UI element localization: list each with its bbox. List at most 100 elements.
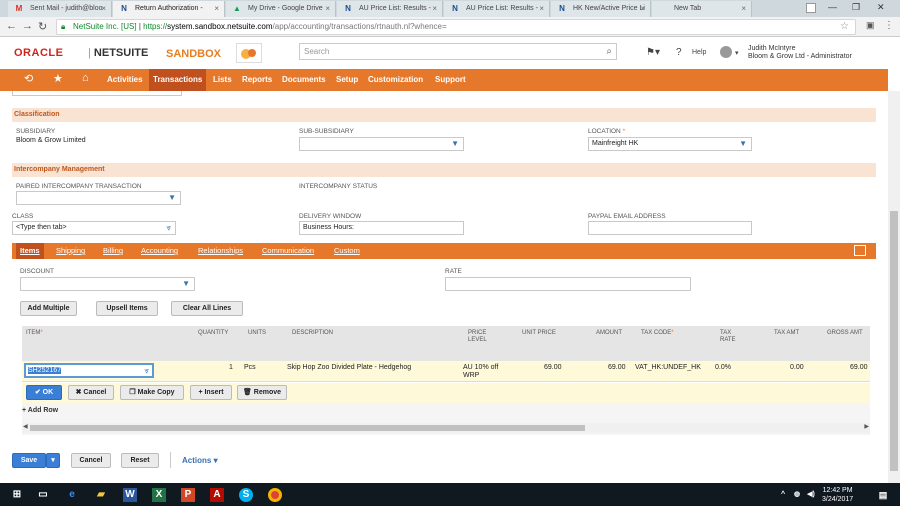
recent-records-icon[interactable]: ⚑▾ [646,47,660,58]
column-header-description[interactable]: DESCRIPTION [292,330,333,337]
tab-communication[interactable]: Communication [262,243,314,259]
column-header-units[interactable]: UNITS [248,330,266,337]
word-icon[interactable]: W [123,488,137,502]
browser-tab[interactable]: N AU Price List: Results - × [337,1,443,17]
close-icon[interactable]: × [640,1,645,16]
tab-billing[interactable]: Billing [103,243,123,259]
discount-select[interactable]: ▼ [20,277,195,291]
column-header-tax-amt[interactable]: TAX AMT [774,330,799,337]
cell-quantity[interactable]: 1 [229,364,233,372]
tab-relationships[interactable]: Relationships [198,243,243,259]
tab-accounting[interactable]: Accounting [141,243,178,259]
favorites-star-icon[interactable]: ★ [53,72,63,85]
network-icon[interactable]: ◍ [790,488,804,502]
save-options-chevron-icon[interactable]: ▾ [46,453,60,468]
menu-item-support[interactable]: Support [431,69,470,91]
powerpoint-icon[interactable]: P [181,488,195,502]
menu-item-reports[interactable]: Reports [238,69,276,91]
column-header-tax-code[interactable]: TAX CODE* [641,330,674,337]
actions-menu[interactable]: Actions ▾ [182,456,218,465]
subsubsidiary-select[interactable]: ▼ [299,137,464,151]
recent-icon[interactable]: ⟲ [24,72,33,85]
cell-tax-rate[interactable]: 0.0% [715,364,731,372]
scroll-thumb[interactable] [30,425,585,431]
cell-tax-amt[interactable]: 0.00 [790,364,804,372]
chrome-menu-icon[interactable]: ⋮ [884,20,894,31]
column-header-item[interactable]: ITEM* [26,330,43,337]
forward-icon[interactable]: → [22,20,33,32]
close-icon[interactable]: × [214,1,219,16]
subtab-menu-icon[interactable] [854,245,866,256]
minimize-icon[interactable]: — [828,2,837,12]
location-select[interactable]: Mainfreight HK ▼ [588,137,752,151]
cancel-button[interactable]: Cancel [71,453,111,468]
ok-button[interactable]: ✔ OK [26,385,62,400]
close-icon[interactable]: × [325,1,330,16]
browser-tab[interactable]: ▲ My Drive - Google Drive × [226,1,336,17]
window-close-icon[interactable]: ✕ [877,2,885,13]
help-link[interactable]: Help [692,49,706,56]
menu-item-customization[interactable]: Customization [364,69,427,91]
menu-item-documents[interactable]: Documents [278,69,330,91]
chevron-down-icon[interactable]: ▾ [735,49,739,57]
tab-items[interactable]: Items [16,243,44,259]
avatar[interactable] [720,46,732,58]
browser-tab[interactable]: N HK New/Active Price Li × [551,1,651,17]
close-icon[interactable]: × [539,1,544,16]
reset-button[interactable]: Reset [121,453,159,468]
cell-description[interactable]: Skip Hop Zoo Divided Plate - Hedgehog [287,364,411,372]
task-view-icon[interactable]: ▭ [36,488,50,502]
profile-icon[interactable] [806,3,816,13]
notification-icon[interactable]: ▤ [876,488,890,502]
column-header-quantity[interactable]: QUANTITY [198,330,228,337]
clock[interactable]: 12:42 PM 3/24/2017 [822,486,853,504]
double-chevron-icon[interactable]: ⩔ [144,365,149,376]
url-field[interactable]: 🔒︎ NetSuite Inc. [US] | https://system.s… [56,19,856,35]
add-row-link[interactable]: + Add Row [22,407,58,414]
browser-tab[interactable]: M Sent Mail - judith@bloo × [8,1,112,17]
column-header-gross-amt[interactable]: GROSS AMT [827,330,863,337]
menu-item-lists[interactable]: Lists [209,69,236,91]
back-icon[interactable]: ← [6,20,17,32]
column-header-tax-rate[interactable]: TAX RATE [720,330,740,344]
chrome-icon[interactable] [268,488,282,502]
browser-tab[interactable]: New Tab × [652,1,752,17]
column-header-unit-price[interactable]: UNIT PRICE [522,330,556,337]
upsell-items-button[interactable]: Upsell Items [96,301,158,316]
cell-price-level[interactable]: AU 10% off WRP [463,364,507,380]
column-header-price-level[interactable]: PRICE LEVEL [468,330,494,344]
menu-item-activities[interactable]: Activities [103,69,147,91]
paired-transaction-select[interactable]: ▼ [16,191,181,205]
acrobat-icon[interactable]: A [210,488,224,502]
vertical-scrollbar[interactable] [888,91,900,483]
scroll-thumb[interactable] [890,211,898,471]
bookmark-star-icon[interactable]: ☆ [840,20,849,34]
class-field[interactable]: <Type then tab> ⩔ [12,221,176,235]
cell-unit-price[interactable]: 69.00 [544,364,562,372]
reload-icon[interactable]: ↻ [38,20,47,33]
scroll-left-icon[interactable]: ◀ [23,423,28,430]
excel-icon[interactable]: X [152,488,166,502]
rate-field[interactable] [445,277,691,291]
browser-tab-active[interactable]: N Return Authorization - × [113,1,225,17]
horizontal-scrollbar[interactable]: ◀ ▶ [22,423,870,433]
cancel-line-button[interactable]: ✖ Cancel [68,385,114,400]
item-input[interactable]: SH252167 ⩔ [24,363,154,378]
tab-custom[interactable]: Custom [334,243,360,259]
column-header-amount[interactable]: AMOUNT [596,330,622,337]
edge-icon[interactable]: e [65,488,79,502]
maximize-icon[interactable]: ❐ [852,2,860,13]
delivery-window-field[interactable]: Business Hours: [299,221,464,235]
file-explorer-icon[interactable]: ▰ [94,488,108,502]
table-row[interactable]: SH252167 ⩔ 1 Pcs Skip Hop Zoo Divided Pl… [22,361,870,382]
global-search-input[interactable]: Search ⌕ [299,43,617,60]
cell-tax-code[interactable]: VAT_HK:UNDEF_HK [635,364,701,372]
make-copy-button[interactable]: ❐ Make Copy [120,385,184,400]
cell-units[interactable]: Pcs [244,364,256,372]
add-multiple-button[interactable]: Add Multiple [20,301,77,316]
skype-icon[interactable]: S [239,488,253,502]
tray-chevron-icon[interactable]: ^ [776,488,790,502]
windows-start-icon[interactable]: ⊞ [10,488,24,502]
clear-all-lines-button[interactable]: Clear All Lines [171,301,243,316]
close-icon[interactable]: × [741,1,746,16]
